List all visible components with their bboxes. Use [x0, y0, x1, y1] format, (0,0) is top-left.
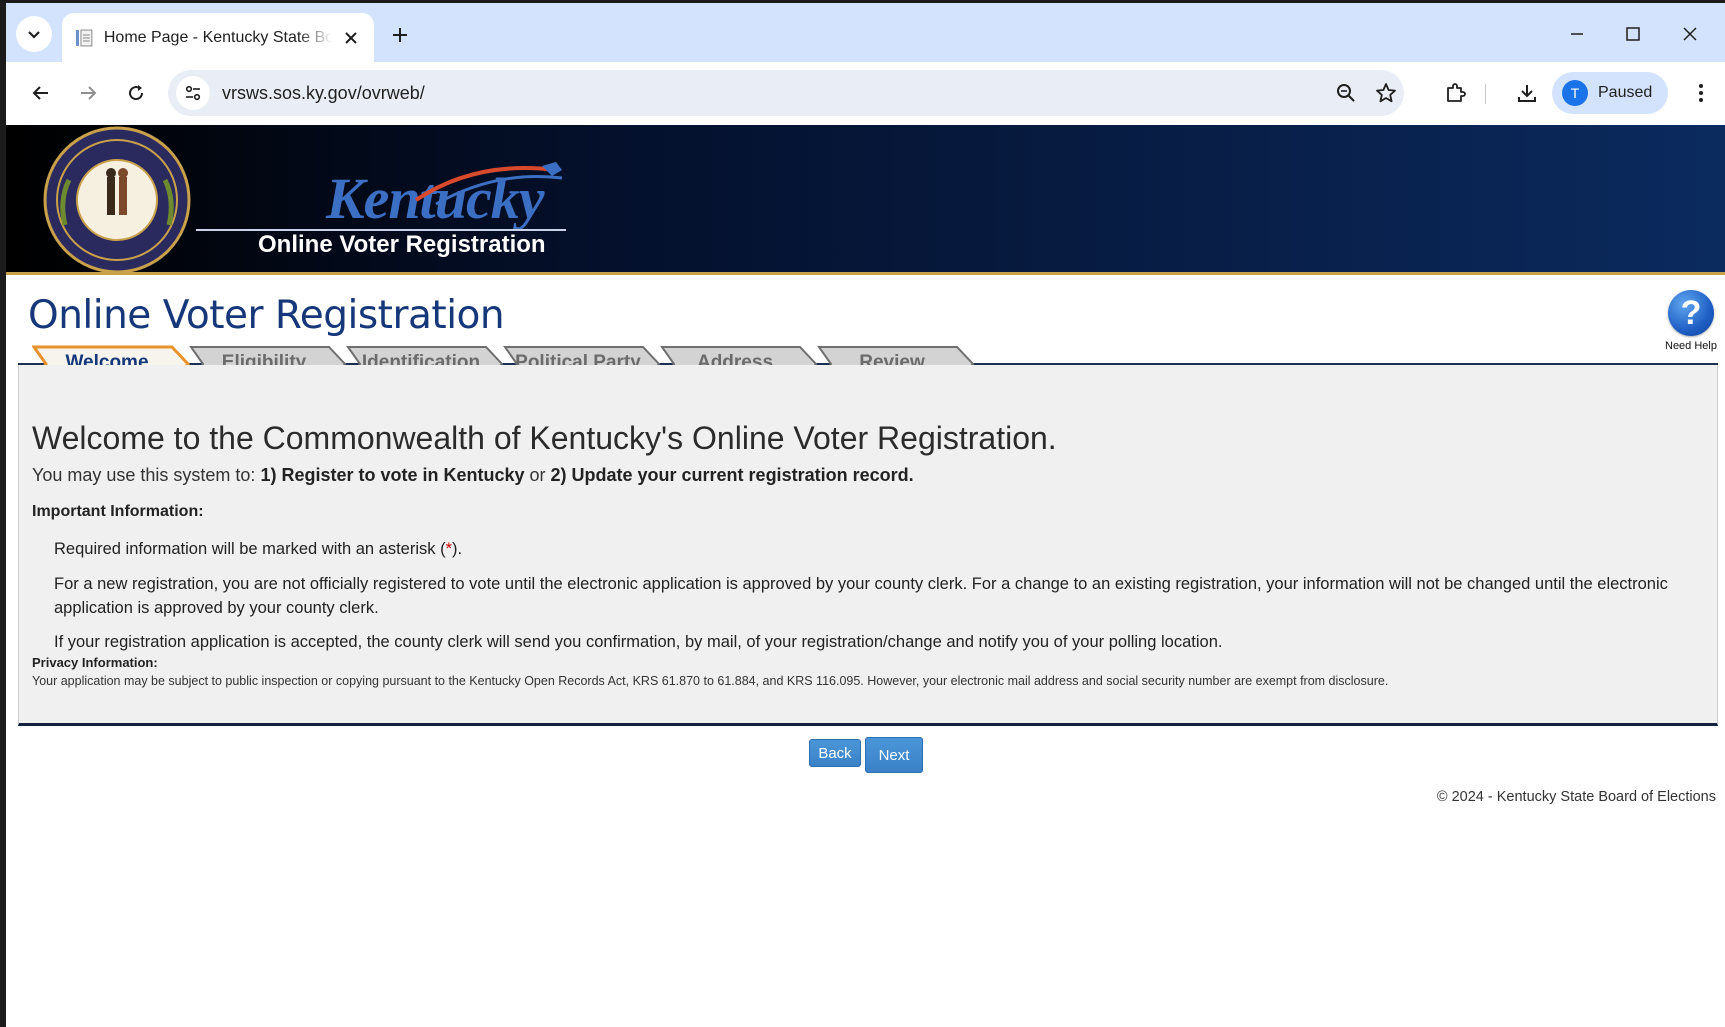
back-nav-button[interactable]: [24, 76, 58, 110]
tab-close-button[interactable]: [340, 27, 362, 49]
browser-window: Home Page - Kentucky State Board of Elec…: [6, 3, 1725, 1027]
tab-strip: Home Page - Kentucky State Board of Elec…: [6, 3, 1725, 62]
important-heading: Important Information:: [32, 503, 204, 520]
page-title: Online Voter Registration: [28, 293, 505, 338]
help-icon: ?: [1668, 290, 1714, 336]
required-suffix: ).: [452, 540, 463, 558]
maximize-button[interactable]: [1618, 19, 1648, 49]
intro-option-register: 1) Register to vote in Kentucky: [260, 465, 525, 485]
tab-search-button[interactable]: [16, 16, 52, 52]
star-icon: [1376, 83, 1396, 103]
horse-swoosh-logo: [414, 162, 563, 206]
info-required: Required information will be marked with…: [54, 537, 1704, 561]
close-icon: [1683, 27, 1697, 41]
next-button[interactable]: Next: [865, 737, 923, 773]
page-favicon-icon: [75, 29, 93, 46]
chevron-down-icon: [28, 31, 40, 39]
arrow-right-icon: [81, 86, 97, 100]
tune-icon: [185, 85, 201, 101]
plus-icon: [393, 28, 407, 42]
brand-subtitle: Online Voter Registration: [258, 231, 546, 258]
address-bar[interactable]: vrsws.sos.ky.gov/ovrweb/: [168, 70, 1404, 116]
intro-option-update: 2) Update your current registration reco…: [550, 465, 914, 485]
active-tab[interactable]: Home Page - Kentucky State Board of Elec…: [62, 13, 374, 62]
welcome-panel: Welcome to the Commonwealth of Kentucky'…: [18, 365, 1718, 726]
bookmark-button[interactable]: [1370, 77, 1402, 109]
help-label: Need Help: [1665, 340, 1717, 352]
zoom-button[interactable]: [1330, 77, 1362, 109]
back-button[interactable]: Back: [809, 739, 861, 767]
downloads-button[interactable]: [1510, 76, 1544, 110]
intro-prefix: You may use this system to:: [32, 465, 261, 485]
required-prefix: Required information will be marked with…: [54, 540, 446, 558]
minimize-button[interactable]: [1562, 19, 1592, 49]
extensions-button[interactable]: [1438, 76, 1472, 110]
close-window-button[interactable]: [1675, 19, 1705, 49]
privacy-heading: Privacy Information:: [32, 655, 158, 670]
browser-menu-button[interactable]: [1684, 76, 1718, 110]
browser-toolbar: vrsws.sos.ky.gov/ovrweb/ T Paused: [6, 62, 1725, 125]
more-vertical-icon: [1699, 84, 1703, 102]
reload-icon: [129, 85, 144, 101]
avatar: T: [1562, 80, 1588, 106]
zoom-icon: [1337, 84, 1355, 102]
maximize-icon: [1626, 27, 1640, 41]
arrow-left-icon: [32, 86, 48, 100]
web-page: Kentucky Online Voter Registration Onlin…: [6, 125, 1725, 1027]
close-icon: [345, 31, 357, 44]
intro-or: or: [524, 465, 551, 485]
url-text[interactable]: vrsws.sos.ky.gov/ovrweb/: [222, 83, 425, 104]
tab-title: Home Page - Kentucky State Board of Elec…: [103, 28, 333, 46]
site-banner: Kentucky Online Voter Registration: [6, 125, 1725, 275]
download-icon: [1518, 85, 1536, 102]
info-registration: For a new registration, you are not offi…: [54, 575, 1668, 617]
footer-copyright: © 2024 - Kentucky State Board of Electio…: [1436, 789, 1716, 805]
profile-status: Paused: [1598, 84, 1653, 101]
puzzle-icon: [1447, 83, 1466, 102]
toolbar-divider: [1485, 84, 1486, 104]
need-help-button[interactable]: ? Need Help: [1656, 290, 1725, 352]
profile-button[interactable]: T Paused: [1552, 72, 1668, 114]
privacy-text: Your application may be subject to publi…: [32, 674, 1389, 688]
info-confirmation: If your registration application is acce…: [54, 633, 1223, 651]
intro-text: You may use this system to: 1) Register …: [32, 465, 914, 486]
kentucky-seal-logo: [43, 126, 191, 274]
site-info-button[interactable]: [176, 76, 210, 110]
welcome-title: Welcome to the Commonwealth of Kentucky'…: [32, 420, 1057, 456]
new-tab-button[interactable]: [386, 21, 414, 49]
minimize-icon: [1571, 33, 1583, 35]
forward-nav-button[interactable]: [71, 76, 105, 110]
reload-button[interactable]: [119, 76, 153, 110]
